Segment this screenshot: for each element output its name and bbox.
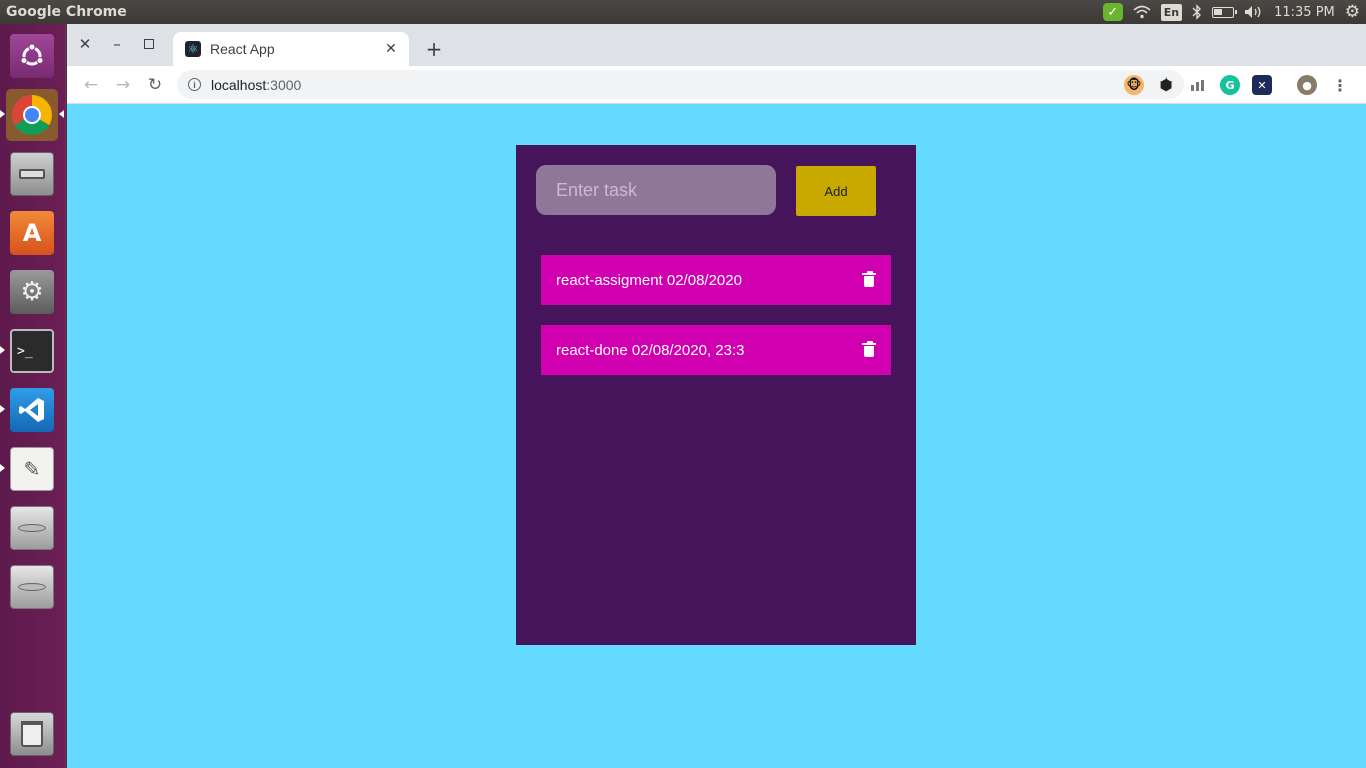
session-gear-icon[interactable]: ⚙ [1345, 0, 1360, 24]
volume-icon[interactable] [1244, 0, 1264, 24]
keyboard-layout-indicator[interactable]: En [1160, 0, 1183, 24]
task-item: react-done 02/08/2020, 23:3 [541, 325, 891, 375]
tab-strip: ✕ – ⚛ React App ✕ + [67, 24, 1366, 66]
extension-monkey-icon[interactable]: 🐵 [1124, 75, 1144, 95]
extension-dark-icon[interactable]: ✕ [1252, 75, 1272, 95]
task-item: react-assigment 02/08/2020 [541, 255, 891, 305]
tab-react-app[interactable]: ⚛ React App ✕ [173, 32, 409, 66]
back-arrow-icon[interactable]: ← [79, 73, 103, 97]
todo-panel: Add react-assigment 02/08/2020 react-don… [516, 145, 916, 645]
ubuntu-logo-icon[interactable] [6, 30, 58, 82]
address-bar[interactable]: i localhost:3000 ☆ [177, 70, 1184, 99]
system-tray: ✓ En 11:35 PM ⚙ [1102, 0, 1366, 24]
tab-title: React App [210, 41, 275, 57]
profile-avatar[interactable]: ● [1297, 75, 1317, 95]
file-cabinet-icon[interactable] [6, 148, 58, 200]
shopping-bag-icon[interactable]: A [6, 207, 58, 259]
panel-app-title: Google Chrome [6, 4, 127, 20]
hard-drive-icon[interactable] [6, 502, 58, 554]
battery-icon[interactable] [1212, 0, 1238, 24]
site-info-icon[interactable]: i [188, 78, 201, 91]
url-port: :3000 [266, 76, 302, 93]
bluetooth-icon[interactable] [1192, 0, 1202, 24]
grammarly-icon[interactable]: G [1220, 75, 1240, 95]
minimize-window-icon[interactable]: – [107, 34, 127, 54]
extension-cube-icon[interactable]: ⬢ [1156, 75, 1176, 95]
browser-toolbar: ← → ↻ i localhost:3000 ☆ 🐵 ⬢ G ✕ ● ⋮ [67, 66, 1366, 104]
reload-icon[interactable]: ↻ [143, 73, 167, 97]
close-window-icon[interactable]: ✕ [75, 34, 95, 54]
trash-icon[interactable] [6, 708, 58, 760]
vscode-icon[interactable] [6, 384, 58, 436]
text-editor-icon[interactable]: ✎ [6, 443, 58, 495]
forward-arrow-icon[interactable]: → [111, 73, 135, 97]
new-tab-icon[interactable]: + [423, 37, 445, 61]
chrome-window: ✕ – ⚛ React App ✕ + ← → ↻ i localhost:30… [67, 24, 1366, 768]
maximize-window-icon[interactable] [139, 34, 159, 54]
tab-close-icon[interactable]: ✕ [381, 39, 401, 59]
extension-chart-icon[interactable] [1188, 75, 1208, 95]
task-text: react-done 02/08/2020, 23:3 [556, 341, 745, 359]
url-host: localhost [211, 76, 267, 93]
wifi-icon[interactable] [1133, 0, 1151, 24]
clock[interactable]: 11:35 PM [1274, 0, 1335, 24]
task-input[interactable] [536, 165, 776, 215]
delete-trash-icon[interactable] [862, 271, 876, 287]
launcher: A ⚙ >_ ✎ [0, 24, 66, 768]
add-button[interactable]: Add [796, 166, 876, 216]
update-check-icon[interactable]: ✓ [1102, 0, 1123, 24]
page-viewport: Add react-assigment 02/08/2020 react-don… [67, 104, 1366, 768]
delete-trash-icon[interactable] [862, 341, 876, 357]
chrome-icon[interactable] [6, 89, 58, 141]
task-text: react-assigment 02/08/2020 [556, 271, 742, 289]
wrench-gear-icon[interactable]: ⚙ [6, 266, 58, 318]
menu-kebab-icon[interactable]: ⋮ [1330, 75, 1350, 95]
react-favicon-icon: ⚛ [185, 41, 201, 57]
top-panel: Google Chrome ✓ En 11:35 PM ⚙ [0, 0, 1366, 24]
hard-drive-icon[interactable] [6, 561, 58, 613]
terminal-icon[interactable]: >_ [6, 325, 58, 377]
